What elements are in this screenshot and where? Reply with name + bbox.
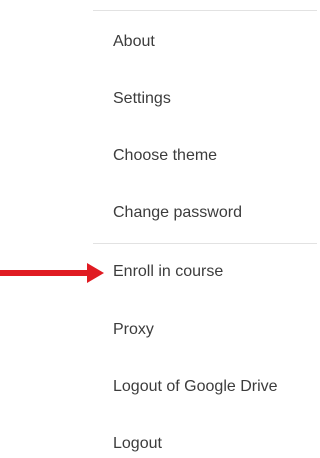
menu-screenshot: About Settings Choose theme Change passw… xyxy=(0,0,317,458)
menu-top-divider xyxy=(93,10,317,11)
menu-item-label: Choose theme xyxy=(113,147,218,164)
menu-item-logout-google-drive[interactable]: Logout of Google Drive xyxy=(93,367,317,407)
menu-item-label: Change password xyxy=(113,204,242,221)
menu-item-label: Logout of Google Drive xyxy=(113,378,278,395)
menu-item-label: Enroll in course xyxy=(113,263,224,280)
menu-item-proxy[interactable]: Proxy xyxy=(93,310,317,350)
menu-item-label: Proxy xyxy=(113,321,154,338)
menu-item-enroll-in-course[interactable]: Enroll in course xyxy=(93,252,317,292)
arrow-right-icon xyxy=(0,263,104,283)
menu-item-about[interactable]: About xyxy=(93,22,317,62)
menu-item-change-password[interactable]: Change password xyxy=(93,193,317,233)
menu-item-logout[interactable]: Logout xyxy=(93,424,317,458)
menu-item-choose-theme[interactable]: Choose theme xyxy=(93,136,317,176)
menu-section-divider xyxy=(93,243,317,244)
menu-item-label: Logout xyxy=(113,435,162,452)
menu-item-label: Settings xyxy=(113,90,171,107)
menu-item-settings[interactable]: Settings xyxy=(93,79,317,119)
menu-item-label: About xyxy=(113,33,155,50)
